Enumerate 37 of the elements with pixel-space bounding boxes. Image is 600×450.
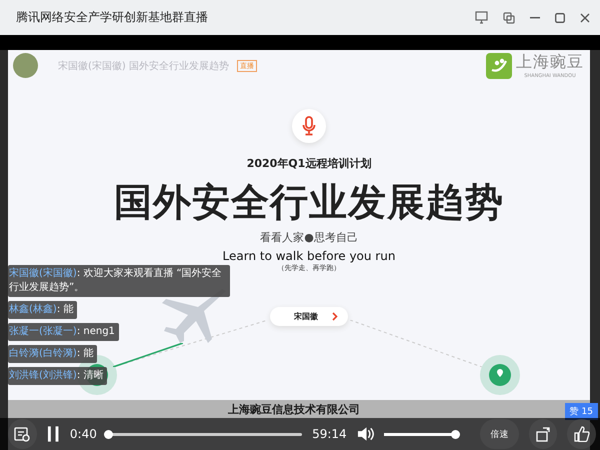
copy-icon[interactable] <box>503 12 515 24</box>
volume-icon[interactable] <box>356 425 374 443</box>
chat-toast: 刘洪锋(刘洪锋): 清晰 <box>8 367 108 385</box>
pause-icon[interactable] <box>46 425 60 443</box>
slide-motto: Learn to walk before you run <box>222 249 396 263</box>
logo-name: 上海豌豆 <box>516 52 584 73</box>
pea-logo-icon <box>486 52 512 78</box>
elapsed-time: 0:40 <box>70 427 97 441</box>
speaker-button[interactable]: 宋国徽 <box>270 307 348 326</box>
chat-toast: 宋国徽(宋国徽): 欢迎大家来观看直播 “国外安全行业发展趋势”。 <box>8 265 230 297</box>
slide-subtitle: 2020年Q1远程培训计划 <box>246 156 372 171</box>
microphone-icon <box>302 116 316 136</box>
company-name: 上海豌豆信息技术有限公司 <box>228 402 360 416</box>
chat-toast: 张凝一(张凝一): neng1 <box>8 323 119 341</box>
chevron-right-icon <box>332 312 338 321</box>
chat-toast: 白铃漪(白铃漪): 能 <box>8 345 98 363</box>
speed-button[interactable]: 倍速 <box>480 419 519 449</box>
avatar-photo-placeholder <box>13 53 38 78</box>
chat-toast: 林鑫(林鑫): 能 <box>8 301 78 319</box>
minimize-icon[interactable] <box>530 16 540 18</box>
rotate-icon <box>535 426 552 442</box>
location-marker-icon <box>480 355 520 395</box>
close-icon[interactable] <box>580 12 590 22</box>
slide-tagline: 看看人家●思考自己 <box>260 230 358 245</box>
speaker-title: 宋国徽(宋国徽) 国外安全行业发展趋势 <box>58 60 229 72</box>
rotate-button[interactable] <box>528 419 558 449</box>
slide-headline: 国外安全行业发展趋势 <box>114 179 504 226</box>
notes-icon <box>14 426 30 442</box>
window-title: 腾讯网络安全产学研创新基地群直播 <box>16 9 208 26</box>
duration-time: 59:14 <box>312 427 347 441</box>
like-button[interactable] <box>567 419 596 449</box>
speaker-name: 宋国徽 <box>294 311 318 322</box>
progress-slider[interactable] <box>106 430 302 438</box>
thumbs-up-icon <box>574 426 590 442</box>
maximize-icon[interactable] <box>555 12 565 22</box>
flight-path-line <box>113 343 183 367</box>
notes-button[interactable] <box>8 419 37 449</box>
